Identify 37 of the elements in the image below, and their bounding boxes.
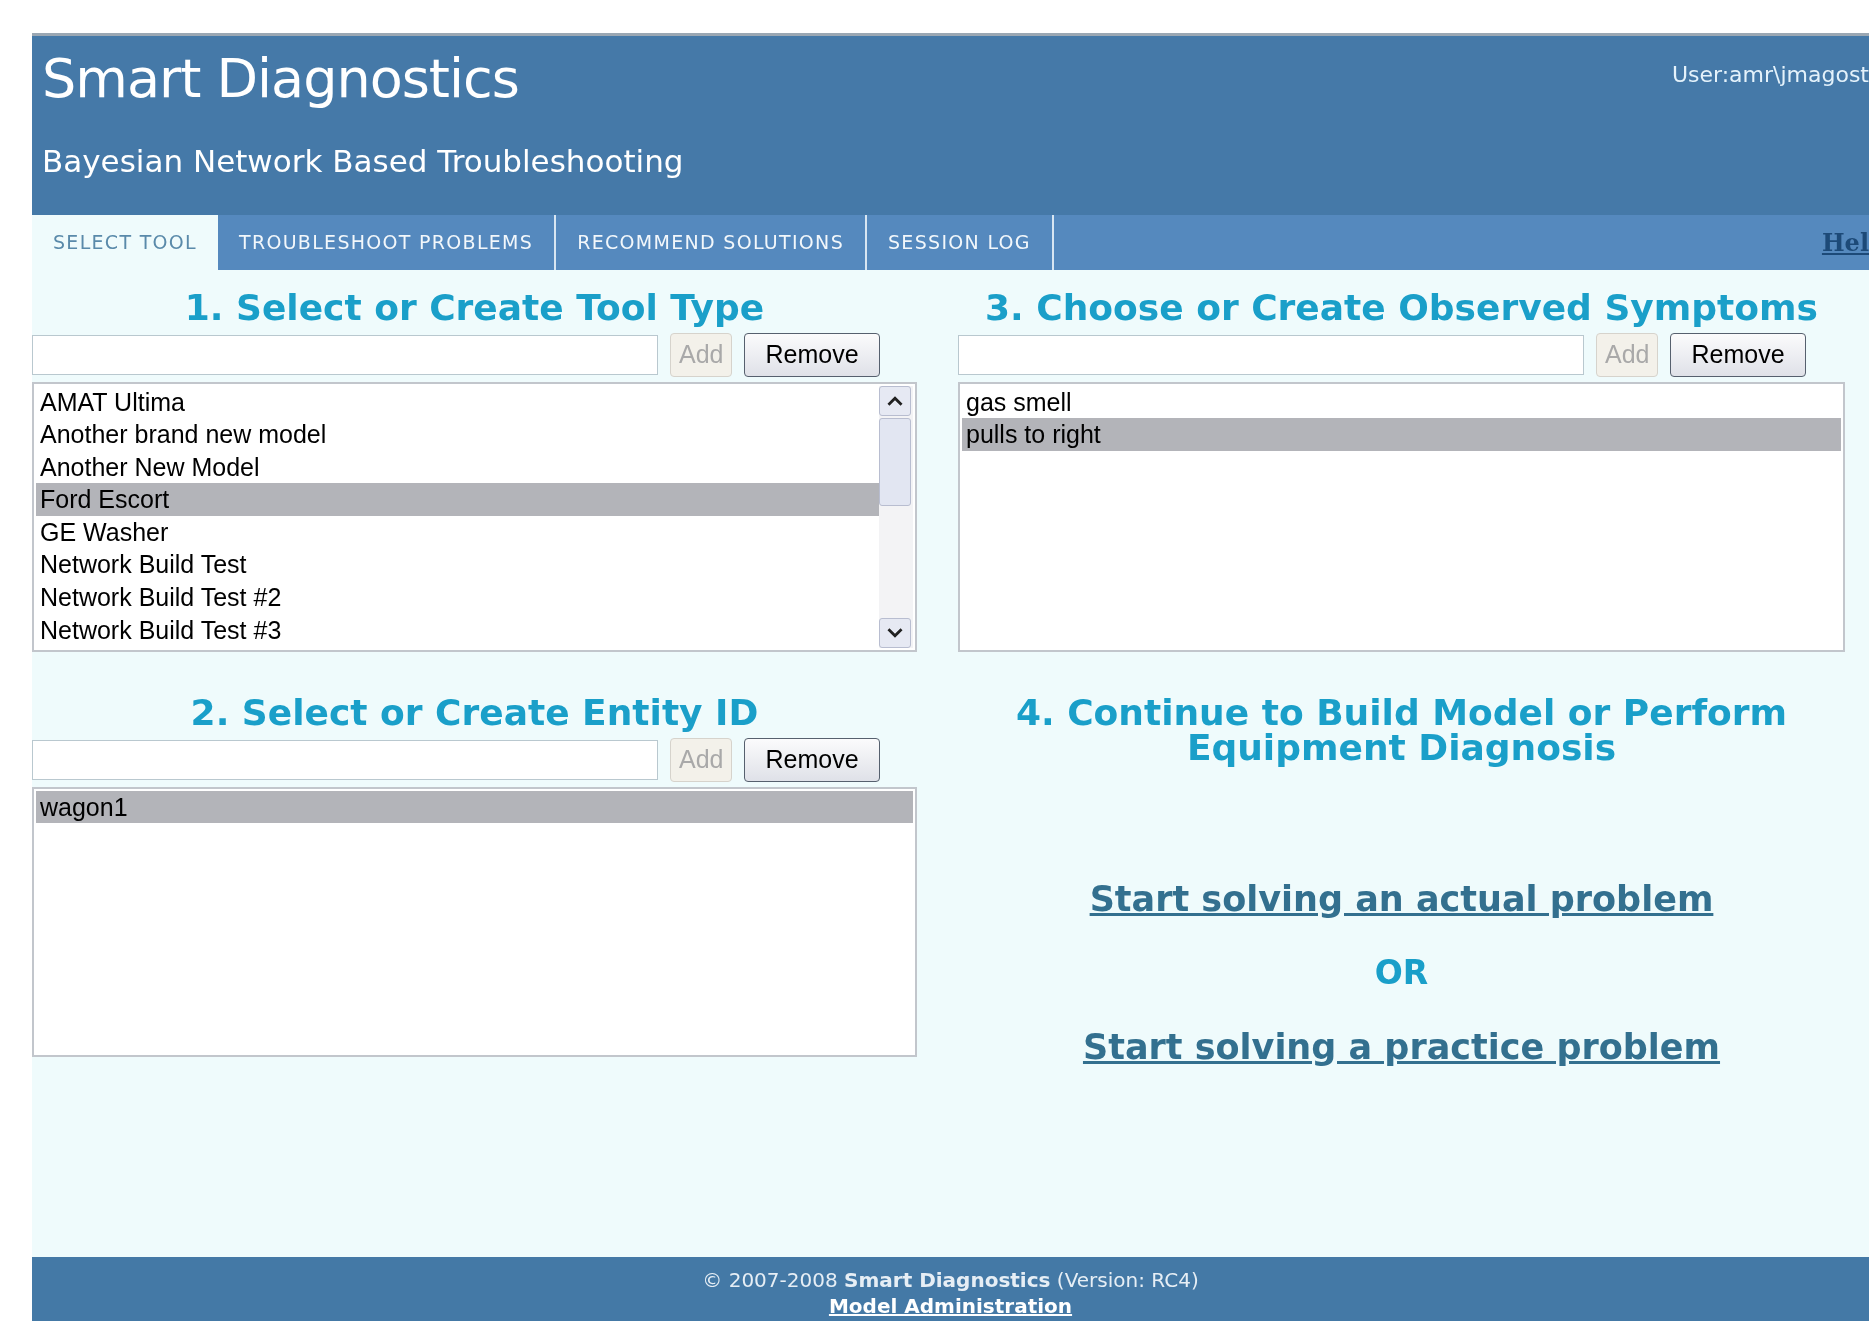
scroll-down-icon[interactable]	[879, 617, 911, 648]
scrollbar-thumb[interactable]	[879, 417, 911, 506]
section-heading: 4. Continue to Build Model or Perform Equipment Diagnosis	[1014, 695, 1789, 765]
start-link[interactable]: Start solving a practice problem	[1082, 1021, 1721, 1074]
section-heading: 3. Choose or Create Observed Symptoms	[984, 290, 1819, 325]
tab[interactable]: SELECT TOOL	[32, 215, 218, 270]
list-item[interactable]: Another brand new model	[36, 418, 879, 451]
section-heading: 1. Select or Create Tool Type	[183, 290, 766, 325]
remove-button[interactable]: Remove	[1670, 333, 1806, 377]
list-box[interactable]: AMAT Ultima Another brand new model Another New Model Ford Escort GE Washer Network Build Test Network Build Test #2 Network Build Test #3	[32, 381, 917, 652]
list-item[interactable]: AMAT Ultima	[36, 385, 879, 419]
list-box[interactable]: gas smell pulls to right	[958, 381, 1845, 652]
list-item[interactable]: wagon1	[36, 790, 913, 824]
list-item[interactable]: gas smell	[962, 385, 1841, 419]
user-label: User:amr\jmagost	[1671, 61, 1869, 89]
list-item[interactable]: Network Build Test	[36, 548, 879, 582]
admin-link[interactable]: Model Administration	[828, 1294, 1073, 1318]
list-item[interactable]: Ford Escort	[36, 483, 879, 516]
list-item[interactable]: GE Washer	[36, 515, 879, 549]
copyright-text: © 2007-2008 Smart Diagnostics (Version: RC4)	[701, 1267, 1200, 1293]
remove-button[interactable]: Remove	[744, 333, 880, 377]
text-input-field[interactable]	[32, 334, 658, 375]
list-item[interactable]: Another New Model	[36, 450, 879, 484]
remove-button[interactable]: Remove	[744, 738, 880, 782]
or-label: OR	[1374, 951, 1429, 994]
list-item[interactable]: Network Build Test #3	[36, 613, 879, 647]
list-box[interactable]: wagon1	[32, 786, 917, 1057]
start-link[interactable]: Start solving an actual problem	[1089, 873, 1714, 926]
scroll-up-icon[interactable]	[879, 385, 911, 416]
app-subtitle: Bayesian Network Based Troubleshooting	[42, 142, 684, 181]
footer-link[interactable]: Smart Diagnostics	[844, 1268, 1051, 1292]
section-heading: 2. Select or Create Entity ID	[189, 695, 760, 730]
list-item[interactable]: Network Build Test #2	[36, 581, 879, 614]
text-input-field[interactable]	[958, 334, 1584, 375]
text-input-field[interactable]	[32, 739, 658, 780]
list-item[interactable]: pulls to right	[962, 418, 1841, 451]
app-title: Smart Diagnostics	[42, 46, 519, 112]
